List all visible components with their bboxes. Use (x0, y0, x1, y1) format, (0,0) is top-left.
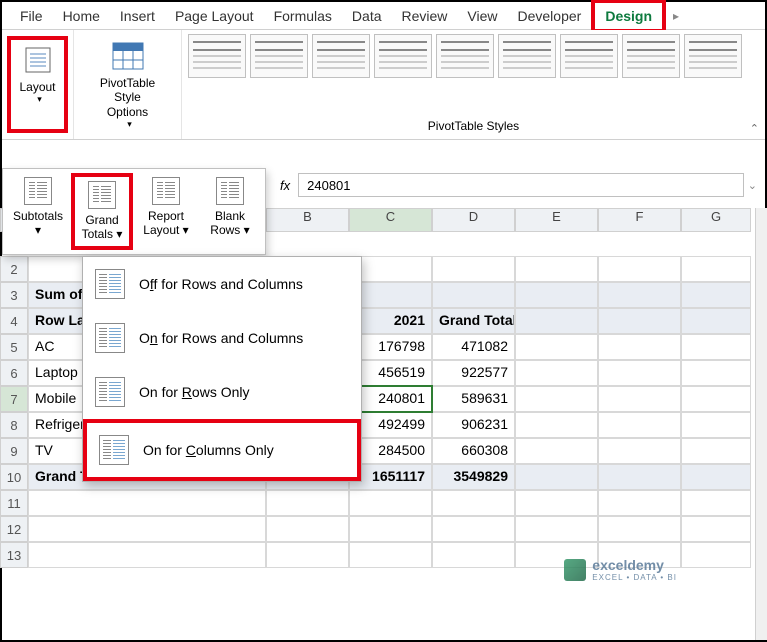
expand-formula-icon[interactable]: ⌄ (748, 179, 757, 192)
gt-on-both-icon (95, 323, 125, 353)
ribbon-collapse-icon[interactable]: ⌃ (750, 122, 759, 135)
layout-submenu: Subtotals▾ Grand Totals ▾ Report Layout … (2, 168, 266, 255)
exceldemy-logo-icon (564, 559, 586, 581)
tab-view[interactable]: View (457, 3, 507, 29)
layout-icon (22, 44, 54, 76)
ribbon-layout-button[interactable]: Layout ▾ (7, 36, 67, 133)
styles-caption: PivotTable Styles (188, 117, 759, 135)
tab-home[interactable]: Home (53, 3, 110, 29)
gt-off[interactable]: Off for Rows and Columns (83, 257, 361, 311)
col-header-d[interactable]: D (432, 208, 515, 232)
watermark: exceldemy EXCEL • DATA • BI (564, 557, 677, 582)
row-header[interactable]: 10 (0, 464, 28, 490)
tab-data[interactable]: Data (342, 3, 392, 29)
ribbon-tabs: File Home Insert Page Layout Formulas Da… (2, 2, 765, 30)
formula-input[interactable] (298, 173, 744, 197)
gt-rows-only[interactable]: On for Rows Only (83, 365, 361, 419)
subtotals-icon (24, 177, 52, 205)
col-header-f[interactable]: F (598, 208, 681, 232)
row-header[interactable]: 6 (0, 360, 28, 386)
col-header-e[interactable]: E (515, 208, 598, 232)
ribbon-pivottable-style-options[interactable]: PivotTable Style Options ▾ (82, 36, 173, 134)
formula-bar: fx ⌄ (280, 168, 757, 202)
gt-on-both[interactable]: On for Rows and Columns (83, 311, 361, 365)
chevron-down-icon: ▾ (244, 223, 250, 237)
col-header-g[interactable]: G (681, 208, 751, 232)
layout-label: Layout (19, 80, 55, 94)
grand-totals-menu: Off for Rows and Columns On for Rows and… (82, 256, 362, 482)
gt-rows-icon (95, 377, 125, 407)
row-header[interactable]: 9 (0, 438, 28, 464)
ribbon: Layout ▾ PivotTable Style Options ▾ Pivo… (2, 30, 765, 140)
gt-cols-icon (99, 435, 129, 465)
grand-totals-icon (88, 181, 116, 209)
chevron-down-icon: ▾ (127, 119, 132, 130)
fx-icon[interactable]: fx (280, 178, 290, 193)
gt-off-icon (95, 269, 125, 299)
style-thumb[interactable] (312, 34, 370, 78)
tab-insert[interactable]: Insert (110, 3, 165, 29)
chevron-down-icon: ▾ (37, 94, 42, 105)
row-header[interactable]: 13 (0, 542, 28, 568)
style-thumb[interactable] (560, 34, 618, 78)
table-row (28, 516, 755, 542)
blank-rows-icon (216, 177, 244, 205)
style-thumb[interactable] (498, 34, 556, 78)
col-header-b[interactable]: B (266, 208, 349, 232)
row-header[interactable]: 7 (0, 386, 28, 412)
row-header[interactable]: 8 (0, 412, 28, 438)
row-header[interactable]: 12 (0, 516, 28, 542)
ptso-label: PivotTable Style Options (90, 76, 165, 119)
grand-totals-button[interactable]: Grand Totals ▾ (71, 173, 133, 250)
tab-design[interactable]: Design (591, 0, 666, 33)
row-headers: 2 3 4 5 6 7 8 9 10 11 12 13 (0, 256, 28, 568)
style-thumb[interactable] (436, 34, 494, 78)
vertical-scrollbar[interactable] (755, 208, 767, 640)
tabs-overflow-arrow-icon[interactable]: ▸ (666, 9, 686, 23)
style-thumb[interactable] (374, 34, 432, 78)
cell-grand-total-hdr[interactable]: Grand Total (432, 308, 515, 334)
style-thumb[interactable] (622, 34, 680, 78)
style-thumb[interactable] (684, 34, 742, 78)
report-layout-button[interactable]: Report Layout ▾ (135, 173, 197, 250)
table-grid-icon (112, 40, 144, 72)
styles-gallery[interactable] (188, 34, 759, 78)
row-header[interactable]: 5 (0, 334, 28, 360)
chevron-down-icon: ▾ (35, 223, 41, 237)
ribbon-styles-group: PivotTable Styles ⌃ (182, 30, 765, 139)
chevron-down-icon: ▾ (116, 227, 122, 241)
table-row (28, 490, 755, 516)
tab-page-layout[interactable]: Page Layout (165, 3, 264, 29)
tab-file[interactable]: File (10, 3, 53, 29)
tab-formulas[interactable]: Formulas (264, 3, 342, 29)
tab-review[interactable]: Review (392, 3, 458, 29)
row-header[interactable]: 2 (0, 256, 28, 282)
tab-developer[interactable]: Developer (508, 3, 592, 29)
row-header[interactable]: 3 (0, 282, 28, 308)
report-layout-icon (152, 177, 180, 205)
col-header-c[interactable]: C (349, 208, 432, 232)
row-header[interactable]: 4 (0, 308, 28, 334)
chevron-down-icon: ▾ (183, 223, 189, 237)
style-thumb[interactable] (250, 34, 308, 78)
blank-rows-button[interactable]: Blank Rows ▾ (199, 173, 261, 250)
style-thumb[interactable] (188, 34, 246, 78)
gt-columns-only[interactable]: On for Columns Only (83, 419, 361, 481)
subtotals-button[interactable]: Subtotals▾ (7, 173, 69, 250)
row-header[interactable]: 11 (0, 490, 28, 516)
